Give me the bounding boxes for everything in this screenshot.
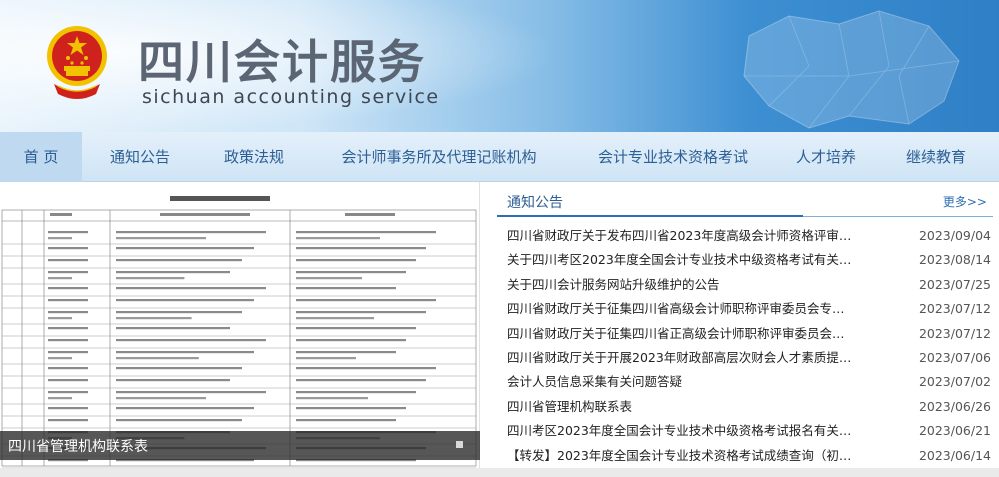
list-item[interactable]: 【转发】2023年度全国会计专业技术资格考试成绩查询（初级） 2023/06/14: [507, 444, 991, 468]
slide-caption[interactable]: 四川省管理机构联系表: [8, 436, 148, 456]
notice-date: 2023/06/14: [918, 447, 991, 463]
site-subtitle: sichuan accounting service: [142, 86, 440, 108]
list-item[interactable]: 四川省管理机构联系表 2023/06/26: [507, 395, 991, 419]
nav-talent[interactable]: 人才培养: [778, 132, 874, 182]
list-item[interactable]: 四川省财政厅关于开展2023年财政部高层次财会人才素质提升... 2023/07/…: [507, 346, 991, 370]
notice-date: 2023/09/04: [918, 228, 991, 243]
notice-title[interactable]: 关于四川会计服务网站升级维护的公告: [507, 273, 852, 297]
list-item[interactable]: 关于四川考区2023年度全国会计专业技术中级资格考试有关事... 2023/08/…: [507, 248, 991, 272]
list-item[interactable]: 四川省财政厅关于发布四川省2023年度高级会计师资格评审使... 2023/09/…: [507, 224, 991, 248]
notices-tabbar: 通知公告 更多>>: [497, 193, 993, 217]
notice-list: 四川省财政厅关于发布四川省2023年度高级会计师资格评审使... 2023/09/…: [507, 224, 991, 468]
main-nav: 首 页 通知公告 政策法规 会计师事务所及代理记账机构 会计专业技术资格考试 人…: [0, 132, 999, 182]
nav-education[interactable]: 继续教育: [874, 132, 998, 182]
page-bottom-strip: [0, 468, 999, 477]
notice-date: 2023/06/21: [918, 423, 991, 439]
slide-document-image[interactable]: [0, 188, 480, 468]
site-title: 四川会计服务: [138, 35, 426, 89]
list-item[interactable]: 四川省财政厅关于征集四川省高级会计师职称评审委员会专家... 2023/07/12: [507, 297, 991, 321]
notice-date: 2023/07/25: [918, 276, 991, 292]
notice-date: 2023/07/06: [918, 349, 991, 365]
notice-title[interactable]: 四川省财政厅关于开展2023年财政部高层次财会人才素质提升...: [507, 346, 852, 370]
list-item[interactable]: 四川考区2023年度全国会计专业技术中级资格考试报名有关问... 2023/06/…: [507, 419, 991, 443]
list-item[interactable]: 会计人员信息采集有关问题答疑 2023/07/02: [507, 370, 991, 394]
notice-date: 2023/06/26: [918, 398, 991, 414]
nav-exams[interactable]: 会计专业技术资格考试: [568, 132, 778, 182]
nav-home[interactable]: 首 页: [0, 132, 82, 182]
notice-date: 2023/08/14: [918, 252, 991, 268]
nav-policies[interactable]: 政策法规: [198, 132, 310, 182]
notice-title[interactable]: 【转发】2023年度全国会计专业技术资格考试成绩查询（初级）: [507, 444, 852, 468]
nav-firms[interactable]: 会计师事务所及代理记账机构: [310, 132, 568, 182]
list-item[interactable]: 四川省财政厅关于征集四川省正高级会计师职称评审委员会专... 2023/07/12: [507, 322, 991, 346]
notice-title[interactable]: 会计人员信息采集有关问题答疑: [507, 370, 852, 394]
notice-title[interactable]: 四川省财政厅关于征集四川省高级会计师职称评审委员会专家...: [507, 297, 852, 321]
national-emblem-icon: [47, 26, 107, 99]
tab-notices[interactable]: 通知公告: [497, 193, 803, 217]
slideshow[interactable]: [0, 182, 480, 468]
sichuan-map-decoration: [743, 10, 960, 129]
notice-title[interactable]: 关于四川考区2023年度全国会计专业技术中级资格考试有关事...: [507, 248, 852, 272]
notice-title[interactable]: 四川省财政厅关于发布四川省2023年度高级会计师资格评审使...: [507, 224, 852, 248]
notice-title[interactable]: 四川考区2023年度全国会计专业技术中级资格考试报名有关问...: [507, 419, 852, 443]
notice-date: 2023/07/12: [918, 325, 991, 341]
notice-title[interactable]: 四川省财政厅关于征集四川省正高级会计师职称评审委员会专...: [507, 322, 852, 346]
notices-panel: 通知公告 更多>> 四川省财政厅关于发布四川省2023年度高级会计师资格评审使.…: [497, 182, 999, 472]
notice-title[interactable]: 四川省管理机构联系表: [507, 395, 852, 419]
nav-notices[interactable]: 通知公告: [82, 132, 198, 182]
slide-indicator[interactable]: [456, 441, 463, 448]
more-link[interactable]: 更多>>: [943, 193, 987, 210]
notice-date: 2023/07/02: [918, 374, 991, 390]
notice-date: 2023/07/12: [918, 301, 991, 317]
site-header: 四川会计服务 sichuan accounting service: [0, 0, 999, 132]
list-item[interactable]: 关于四川会计服务网站升级维护的公告 2023/07/25: [507, 273, 991, 297]
